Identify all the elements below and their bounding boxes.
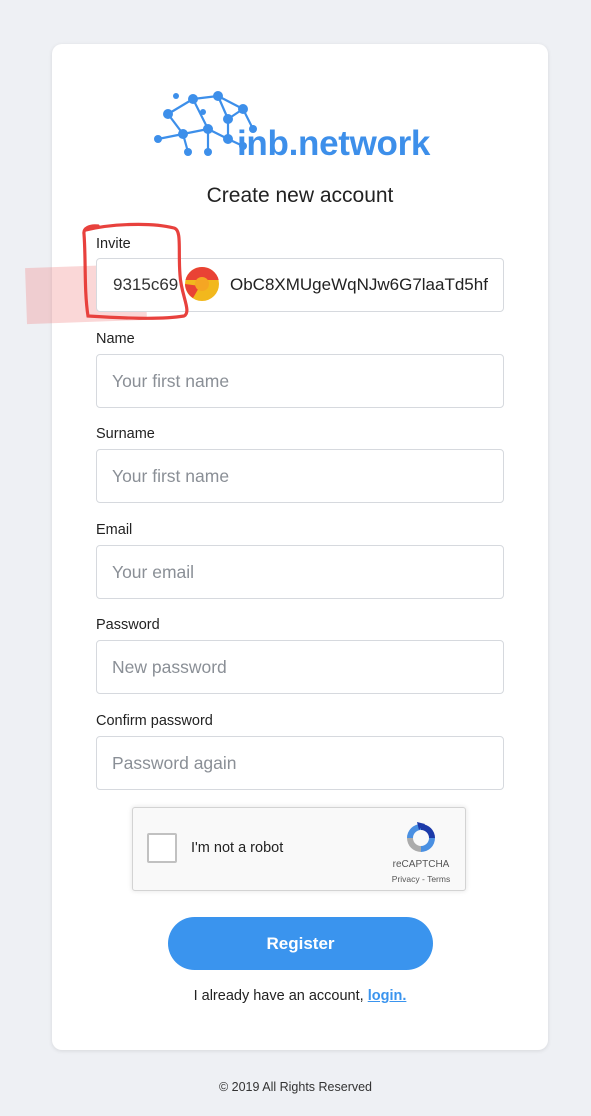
confirm-password-input[interactable]	[96, 736, 504, 790]
login-link[interactable]: login.	[368, 988, 407, 1004]
page-title: Create new account	[206, 184, 394, 207]
confirm-password-label: Confirm password	[96, 713, 213, 729]
recaptcha-privacy-link[interactable]: Privacy	[392, 874, 420, 884]
recaptcha-icon	[407, 822, 435, 852]
brand-name: inb.network	[237, 124, 431, 163]
recaptcha-checkbox[interactable]	[147, 833, 177, 863]
recaptcha-brand: reCAPTCHA	[392, 859, 450, 870]
login-prompt-text: I already have an account,	[193, 988, 368, 1004]
surname-input[interactable]	[96, 449, 504, 503]
invite-code-end: ObC8XMUgeWqNJw6G7laaTd5hf	[230, 275, 488, 294]
password-label: Password	[96, 617, 160, 633]
recaptcha-link-separator: -	[419, 874, 428, 884]
recaptcha-label: I'm not a robot	[191, 840, 284, 856]
email-label: Email	[96, 522, 133, 538]
recaptcha-widget: I'm not a robot reCAPTCHA Privacy - Term…	[132, 807, 466, 891]
register-card: inb.network Create new account Invite 93…	[25, 44, 548, 1050]
red-annotation-scribble	[82, 222, 189, 320]
register-button[interactable]: Register	[168, 917, 433, 970]
name-input[interactable]	[96, 354, 504, 408]
login-prompt: I already have an account, login.	[52, 988, 548, 1004]
name-label: Name	[96, 331, 135, 347]
email-input[interactable]	[96, 545, 504, 599]
recaptcha-terms-link[interactable]: Terms	[427, 874, 450, 884]
recaptcha-links: Privacy - Terms	[373, 874, 469, 884]
password-input[interactable]	[96, 640, 504, 694]
surname-label: Surname	[96, 426, 155, 442]
footer-copyright: © 2019 All Rights Reserved	[218, 1080, 373, 1094]
